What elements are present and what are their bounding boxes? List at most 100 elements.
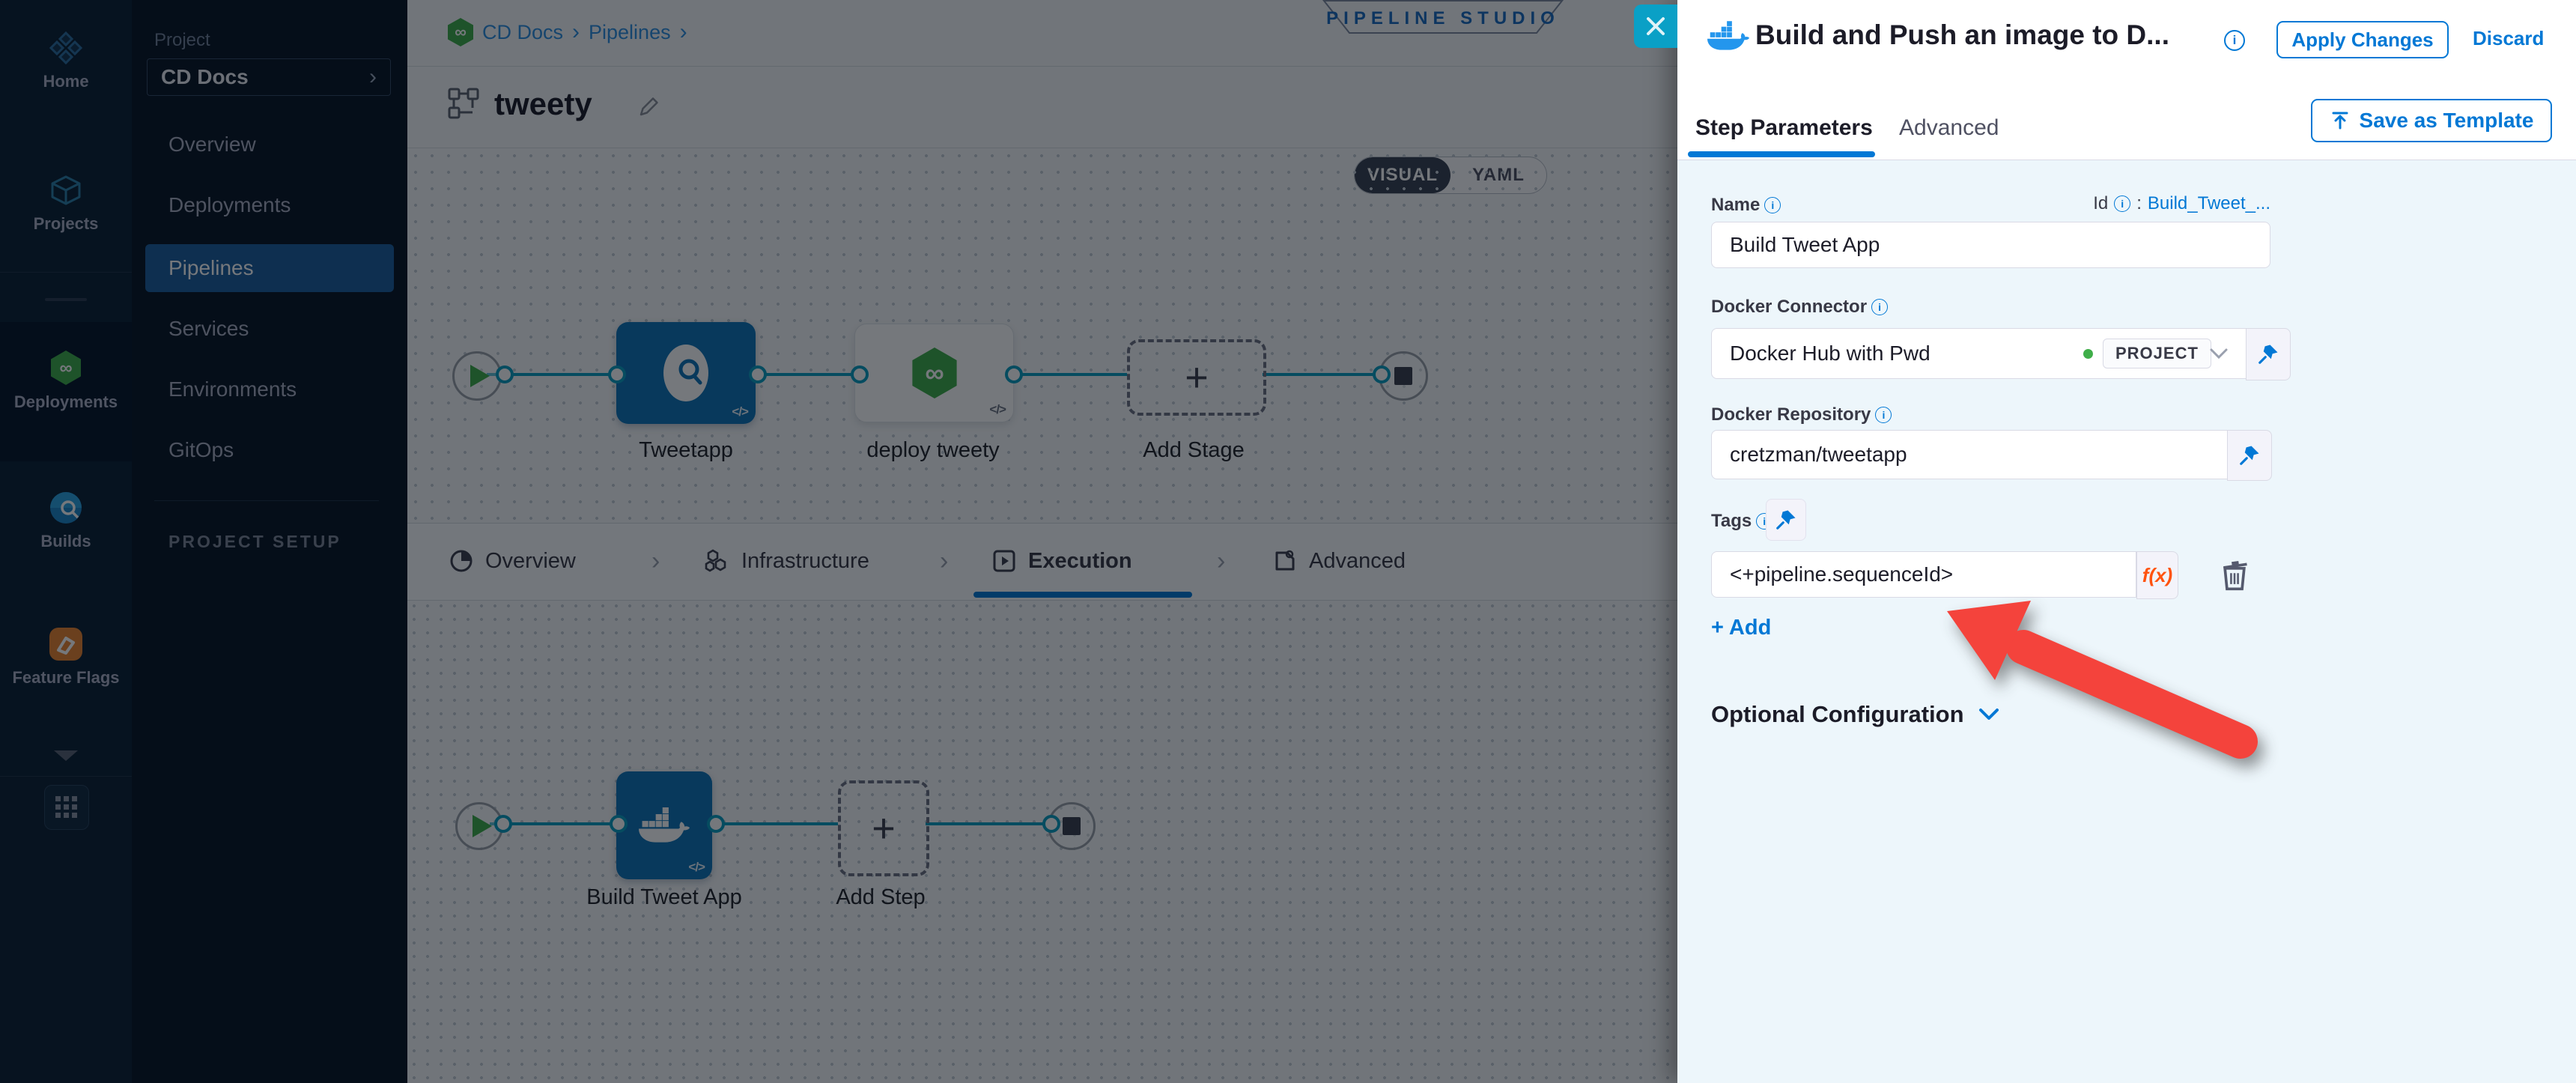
connector-line [1012,373,1127,376]
sidebar-item-overview[interactable]: Overview [168,128,256,161]
tab-overview[interactable]: Overview [449,524,576,598]
stage-label[interactable]: Tweetapp [639,438,733,463]
step-id-value[interactable]: Build_Tweet_... [2148,193,2270,214]
close-icon [1645,16,1666,37]
tab-infrastructure[interactable]: Infrastructure [704,524,869,598]
breadcrumb-cd-docs[interactable]: CD Docs [482,21,563,44]
sidebar-item-feature-flags[interactable]: Feature Flags [0,626,132,688]
info-icon[interactable]: i [2114,195,2130,212]
sidebar-item-deployments[interactable]: ∞ Deployments [0,349,132,412]
step-id: Id i : Build_Tweet_... [2093,193,2270,214]
save-as-template-button[interactable]: Save as Template [2311,99,2552,142]
pipeline-studio-badge: PIPELINE STUDIO [1319,0,1567,34]
project-selector[interactable]: CD Docs › [147,58,391,96]
info-icon[interactable]: i [1875,407,1892,423]
breadcrumb-pipelines[interactable]: Pipelines [589,21,671,44]
advanced-tab-icon [1273,549,1297,573]
tab-step-parameters[interactable]: Step Parameters [1695,115,1873,141]
rail-divider [0,272,132,273]
node-port[interactable] [494,815,512,833]
code-toggle-icon[interactable]: </> [688,860,705,875]
node-port[interactable] [1005,365,1023,383]
pipeline-name: tweety [494,86,592,122]
pipeline-graph-icon [446,86,481,121]
connector-line [926,822,1045,825]
project-sidebar: Project CD Docs › Overview Deployments P… [132,0,407,1083]
node-port[interactable] [496,365,514,383]
code-toggle-icon[interactable]: </> [732,404,748,419]
tab-advanced[interactable]: Advanced [1899,115,1999,141]
code-toggle-icon[interactable]: </> [989,402,1006,417]
name-input[interactable] [1711,222,2270,268]
project-module-icon: ∞ [448,18,473,46]
node-port[interactable] [707,815,725,833]
stage-graph-canvas: </> ∞ </> + [407,148,1677,523]
sidebar-item-projects[interactable]: Projects [0,172,132,234]
tags-label: Tags i [1711,511,1772,532]
main-app-dimmed: Home Projects ∞ Deployments [0,0,1677,1083]
connector-pin-button[interactable] [2246,328,2291,380]
sidebar-item-gitops[interactable]: GitOps [168,434,234,467]
breadcrumb-separator: › [680,19,687,45]
add-tag-link[interactable]: + Add [1711,616,1771,640]
add-stage-button[interactable]: + [1127,339,1266,416]
step-label[interactable]: Add Step [836,885,925,910]
module-rail: Home Projects ∞ Deployments [0,0,132,1083]
pipeline-title-bar: tweety VISUAL YAML [407,67,1677,148]
tags-pin-button[interactable] [1766,499,1806,541]
tab-execution[interactable]: Execution [992,524,1132,598]
info-icon[interactable]: i [1871,299,1888,315]
stage-label[interactable]: deploy tweety [866,438,999,463]
discard-button[interactable]: Discard [2473,27,2544,50]
active-tab-underline [1688,151,1875,157]
sidebar-item-builds[interactable]: Builds [0,490,132,551]
repository-pin-button[interactable] [2227,430,2272,481]
apply-changes-button[interactable]: Apply Changes [2276,21,2449,58]
module-switcher-button[interactable] [44,785,89,830]
close-drawer-button[interactable] [1634,4,1677,48]
plus-icon: + [1185,354,1209,401]
stage-node-tweetapp[interactable]: </> [616,322,756,424]
svg-text:∞: ∞ [59,358,72,378]
project-setup-toggle[interactable]: PROJECT SETUP [168,532,341,552]
node-port[interactable] [608,365,626,383]
info-icon[interactable]: i [1764,197,1781,213]
connector-line [1263,373,1375,376]
add-step-button[interactable]: + [838,780,929,876]
node-port[interactable] [1042,815,1060,833]
docker-repository-input[interactable] [1711,430,2228,479]
pipeline-studio-app: Home Projects ∞ Deployments [0,0,2576,1083]
sidebar-item-label: Projects [0,214,132,234]
pipeline-start-node [452,351,502,401]
tab-advanced[interactable]: Advanced [1273,524,1406,598]
sidebar-item-services[interactable]: Services [168,312,249,345]
step-node-build-tweet-app[interactable]: </> [616,771,712,879]
docker-connector-label: Docker Connector i [1711,297,1888,318]
builds-icon [48,490,84,526]
sidebar-item-home[interactable]: Home [0,30,132,91]
sidebar-item-deployments[interactable]: Deployments [168,189,291,222]
home-icon [48,30,84,66]
edit-pencil-icon[interactable] [637,94,662,119]
node-port[interactable] [610,815,628,833]
stage-label[interactable]: Add Stage [1143,438,1244,463]
projects-icon [48,172,84,208]
rail-collapse-handle[interactable] [45,298,87,301]
play-icon [470,365,490,387]
docker-connector-select[interactable]: Docker Hub with Pwd PROJECT [1711,328,2247,379]
grid-icon [54,795,79,820]
sidebar-divider [154,500,379,501]
node-port[interactable] [749,365,767,383]
breadcrumb: ∞ CD Docs › Pipelines › [448,18,687,46]
cd-stage-icon: ∞ [907,343,962,403]
rail-more-chevron-icon[interactable] [52,749,79,762]
drawer-tab-bar: Step Parameters Advanced Save as Templat… [1677,97,2576,160]
stage-node-deploy-tweety[interactable]: ∞ </> [854,324,1014,422]
sidebar-item-pipelines[interactable]: Pipelines [168,252,254,285]
step-label[interactable]: Build Tweet App [586,885,741,910]
sidebar-item-environments[interactable]: Environments [168,373,297,406]
node-port[interactable] [851,365,869,383]
info-icon[interactable]: i [2224,30,2245,51]
execution-graph-canvas: </> + Build Tweet App Add Step [407,599,1677,1083]
node-port[interactable] [1373,365,1391,383]
